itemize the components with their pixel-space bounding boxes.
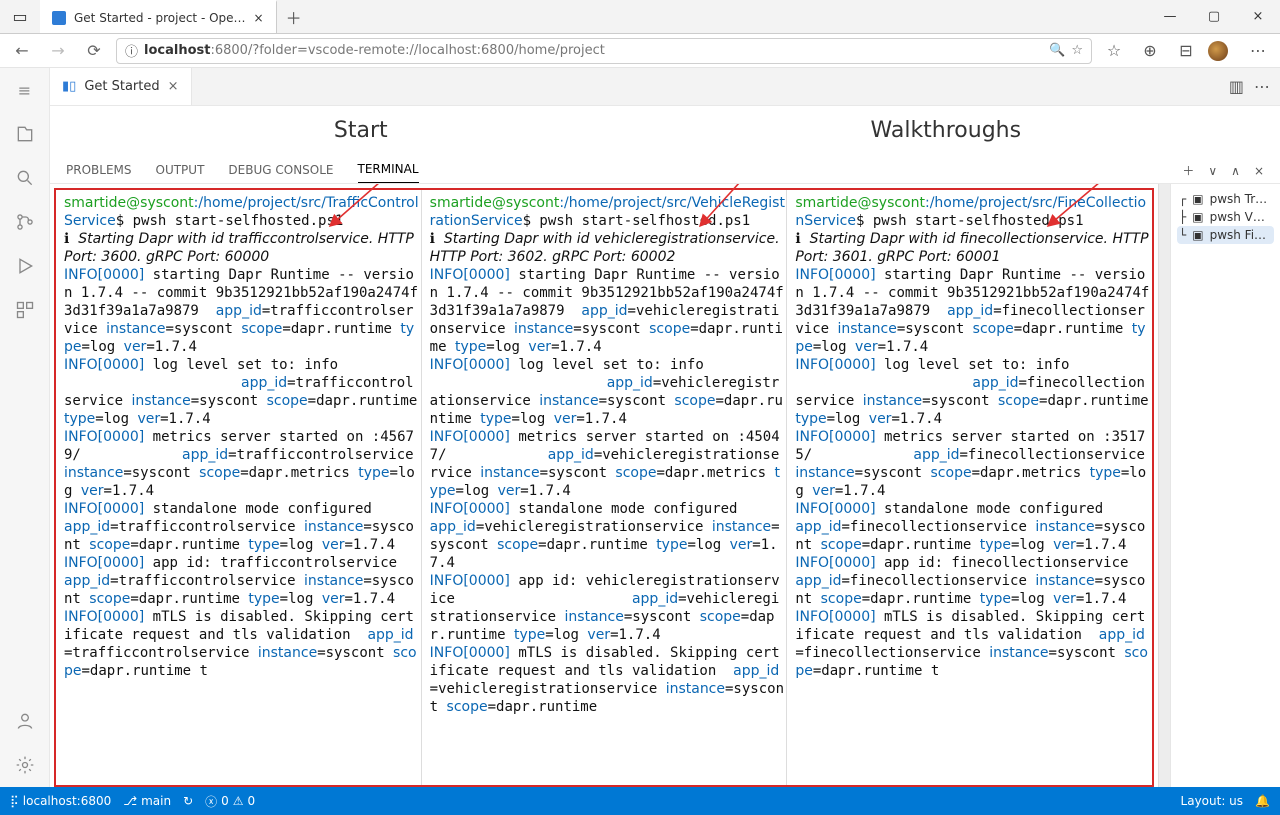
browser-tab[interactable]: Get Started - project - Ope… × xyxy=(40,0,277,33)
editor-split-icon[interactable]: ▥ xyxy=(1229,77,1244,96)
collections-button[interactable]: ⊕ xyxy=(1136,41,1164,60)
site-info-icon[interactable]: ⓘ xyxy=(125,41,138,60)
panel-scrollbar[interactable] xyxy=(1158,184,1170,787)
url-path: :6800/?folder=vscode-remote://localhost:… xyxy=(210,43,604,58)
close-tab-icon[interactable]: × xyxy=(254,11,264,25)
editor-tab-get-started[interactable]: ▮▯ Get Started × xyxy=(50,68,192,105)
panel-tab-output[interactable]: OUTPUT xyxy=(156,163,205,183)
window-close-icon[interactable]: × xyxy=(1236,0,1280,33)
favicon-icon xyxy=(52,11,66,25)
window-minimize-icon[interactable]: — xyxy=(1148,0,1192,33)
search-icon[interactable] xyxy=(11,164,39,192)
terminal-pane-3[interactable]: smartide@syscont:/home/project/src/FineC… xyxy=(787,190,1152,785)
panel-tab-terminal[interactable]: TERMINAL xyxy=(358,162,419,183)
editor-tab-close-icon[interactable]: × xyxy=(168,79,179,94)
menu-icon[interactable]: ≡ xyxy=(11,76,39,104)
favorite-icon[interactable]: ☆ xyxy=(1071,43,1083,58)
panel-tabs: PROBLEMS OUTPUT DEBUG CONSOLE TERMINAL ＋… xyxy=(50,154,1280,184)
browser-toolbar: ← → ⟳ ⓘ localhost:6800/?folder=vscode-re… xyxy=(0,34,1280,68)
browser-titlebar: ▭ Get Started - project - Ope… × ＋ — ▢ × xyxy=(0,0,1280,34)
browser-tab-title: Get Started - project - Ope… xyxy=(74,11,246,25)
heading-start: Start xyxy=(80,118,642,143)
panel-tab-debug-console[interactable]: DEBUG CONSOLE xyxy=(228,163,333,183)
zoom-icon[interactable]: 🔍 xyxy=(1049,43,1065,58)
browser-menu-button[interactable]: ⋯ xyxy=(1244,41,1272,60)
explorer-icon[interactable] xyxy=(11,120,39,148)
terminal-pane-2[interactable]: smartide@syscont:/home/project/src/Vehic… xyxy=(422,190,788,785)
editor-tabbar: ▮▯ Get Started × ▥ ⋯ xyxy=(50,68,1280,106)
status-problems[interactable]: ⓧ 0 ⚠ 0 xyxy=(205,793,255,810)
extensions-icon[interactable] xyxy=(11,296,39,324)
address-bar[interactable]: ⓘ localhost:6800/?folder=vscode-remote:/… xyxy=(116,38,1092,64)
accounts-icon[interactable] xyxy=(11,707,39,735)
refresh-button[interactable]: ⟳ xyxy=(80,41,108,60)
activity-bar: ≡ xyxy=(0,68,50,787)
status-remote[interactable]: ⡯ localhost:6800 xyxy=(10,794,111,808)
book-icon: ▮▯ xyxy=(62,79,76,94)
tabs-overview-icon[interactable]: ▭ xyxy=(6,4,34,30)
terminal-list-item[interactable]: ├ ▣ pwsh V… xyxy=(1177,208,1274,226)
status-layout[interactable]: Layout: us xyxy=(1181,794,1244,808)
terminal-dropdown-icon[interactable]: ∨ xyxy=(1208,164,1217,178)
new-tab-button[interactable]: ＋ xyxy=(277,0,311,33)
status-bar: ⡯ localhost:6800 ⎇ main ↻ ⓧ 0 ⚠ 0 Layout… xyxy=(0,787,1280,815)
editor-more-icon[interactable]: ⋯ xyxy=(1254,77,1270,96)
terminal-pane-1[interactable]: smartide@syscont:/home/project/src/Traff… xyxy=(56,190,422,785)
terminal-close-icon[interactable]: × xyxy=(1254,164,1264,178)
run-debug-icon[interactable] xyxy=(11,252,39,280)
back-button[interactable]: ← xyxy=(8,41,36,60)
window-maximize-icon[interactable]: ▢ xyxy=(1192,0,1236,33)
terminal-maximize-icon[interactable]: ∧ xyxy=(1231,164,1240,178)
get-started-headings: Start Walkthroughs xyxy=(50,106,1280,154)
new-terminal-button[interactable]: ＋ xyxy=(1182,162,1194,179)
terminal-list: ┌ ▣ pwsh Tr… ├ ▣ pwsh V… └ ▣ pwsh Fi… xyxy=(1170,184,1280,787)
panel-tab-problems[interactable]: PROBLEMS xyxy=(66,163,132,183)
heading-walkthroughs: Walkthroughs xyxy=(642,118,1250,143)
status-branch[interactable]: ⎇ main xyxy=(123,794,171,808)
forward-button[interactable]: → xyxy=(44,41,72,60)
source-control-icon[interactable] xyxy=(11,208,39,236)
terminal-list-item[interactable]: ┌ ▣ pwsh Tr… xyxy=(1177,190,1274,208)
profile-avatar[interactable] xyxy=(1208,41,1236,61)
status-bell-icon[interactable]: 🔔 xyxy=(1255,794,1270,808)
settings-gear-icon[interactable] xyxy=(11,751,39,779)
extensions-button[interactable]: ⊟ xyxy=(1172,41,1200,60)
status-sync-icon[interactable]: ↻ xyxy=(183,794,193,808)
terminal-list-item[interactable]: └ ▣ pwsh Fi… xyxy=(1177,226,1274,244)
editor-tab-label: Get Started xyxy=(84,79,159,94)
url-host: localhost xyxy=(144,43,210,58)
favorites-button[interactable]: ☆ xyxy=(1100,41,1128,60)
